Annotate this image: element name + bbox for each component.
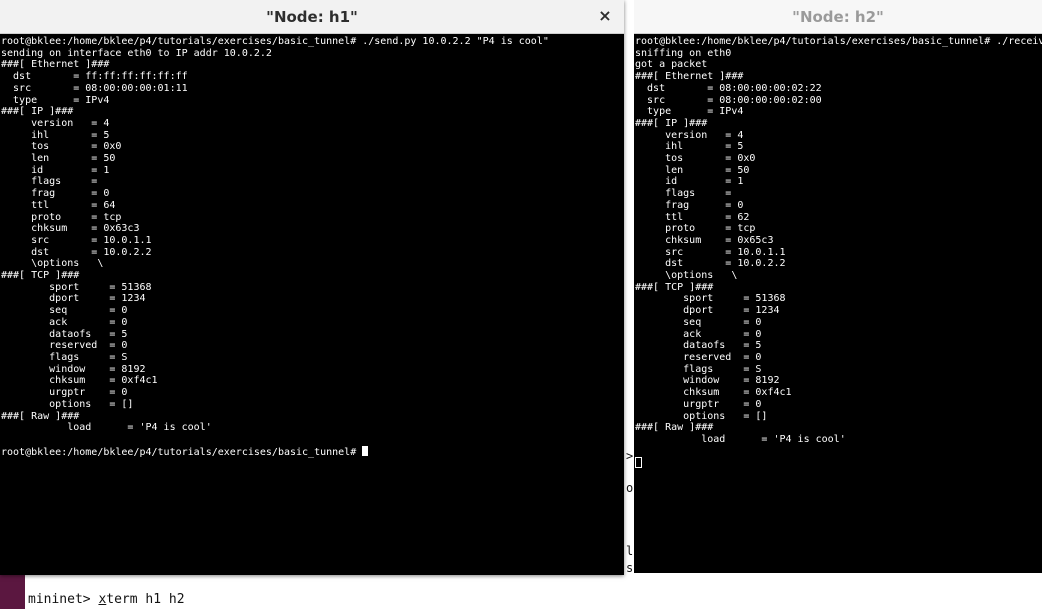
terminal-line: dataofs = 5 [635, 340, 762, 352]
terminal-line: src = 10.0.1.1 [635, 246, 786, 258]
terminal-line: dst = 10.0.2.2 [635, 258, 786, 270]
terminal-line: dport = 1234 [635, 305, 780, 317]
terminal-line: load = 'P4 is cool' [1, 422, 212, 434]
terminal-line: seq = 0 [1, 305, 128, 317]
background-fragment: l [626, 544, 634, 558]
terminal-line: seq = 0 [635, 316, 762, 328]
terminal-line: ###[ Raw ]### [1, 410, 80, 422]
terminal-line: ihl = 5 [1, 129, 110, 141]
terminal-cursor-line [635, 457, 1042, 471]
terminal-line: ###[ Ethernet ]### [635, 71, 744, 83]
background-fragment: o [626, 481, 634, 495]
terminal-line: id = 1 [635, 176, 744, 188]
terminal-line: sniffing on eth0 [635, 47, 732, 59]
terminal-line: urgptr = 0 [635, 398, 762, 410]
terminal-line: dst = ff:ff:ff:ff:ff:ff [1, 71, 188, 83]
terminal-line: len = 50 [635, 164, 750, 176]
background-fragment: > [626, 449, 634, 463]
terminal-output[interactable]: root@bklee:/home/bklee/p4/tutorials/exer… [634, 34, 1042, 573]
terminal-line: tos = 0x0 [1, 141, 122, 153]
terminal-line: ###[ Raw ]### [635, 422, 714, 434]
terminal-line: flags = [1, 176, 98, 188]
terminal-line: proto = tcp [1, 211, 122, 223]
terminal-line: dst = 08:00:00:00:02:22 [635, 82, 822, 94]
terminal-line: flags = S [635, 363, 762, 375]
terminal-line: flags = S [1, 351, 128, 363]
terminal-line: ###[ IP ]### [635, 117, 708, 129]
terminal-line: frag = 0 [635, 199, 744, 211]
terminal-line: id = 1 [1, 164, 110, 176]
terminal-line: sport = 51368 [635, 293, 786, 305]
terminal-line: dst = 10.0.2.2 [1, 246, 152, 258]
terminal-line: len = 50 [1, 153, 116, 165]
terminal-line: got a packet [635, 59, 708, 71]
terminal-line: root@bklee:/home/bklee/p4/tutorials/exer… [635, 36, 1042, 47]
terminal-line: root@bklee:/home/bklee/p4/tutorials/exer… [1, 36, 549, 47]
terminal-line: options = [] [1, 398, 134, 410]
terminal-line: version = 4 [1, 117, 110, 129]
window-title: "Node: h2" [792, 7, 884, 26]
terminal-text: root@bklee:/home/bklee/p4/tutorials/exer… [1, 36, 549, 458]
terminal-line: ack = 0 [635, 328, 762, 340]
terminal-line: ttl = 64 [1, 199, 116, 211]
terminal-line: reserved = 0 [1, 340, 128, 352]
window-titlebar[interactable]: "Node: h2" [634, 0, 1042, 34]
terminal-line: chksum = 0xf4c1 [1, 375, 158, 387]
text-cursor [635, 457, 642, 469]
terminal-line: src = 10.0.1.1 [1, 234, 152, 246]
terminal-line: urgptr = 0 [1, 387, 128, 399]
terminal-line: version = 4 [635, 129, 744, 141]
terminal-line: sending on interface eth0 to IP addr 10.… [1, 47, 272, 59]
terminal-line: ###[ Ethernet ]### [1, 59, 110, 71]
terminal-line: chksum = 0xf4c1 [635, 387, 792, 399]
mininet-command-rest: term h1 h2 [106, 592, 185, 607]
window-titlebar[interactable]: "Node: h1" × [0, 0, 624, 34]
terminal-line: dataofs = 5 [1, 328, 128, 340]
terminal-line: ###[ TCP ]### [635, 281, 714, 293]
terminal-line: \options \ [1, 258, 104, 270]
terminal-line: src = 08:00:00:00:02:00 [635, 94, 822, 106]
shell-prompt: root@bklee:/home/bklee/p4/tutorials/exer… [1, 446, 363, 458]
window-title: "Node: h1" [266, 7, 358, 26]
terminal-line: tos = 0x0 [635, 153, 756, 165]
xterm-window-h2[interactable]: "Node: h2" root@bklee:/home/bklee/p4/tut… [634, 0, 1042, 573]
terminal-line: flags = [635, 188, 732, 200]
mininet-prompt: mininet> [28, 592, 99, 607]
terminal-line: chksum = 0x63c3 [1, 223, 140, 235]
dock-accent [0, 574, 25, 609]
terminal-text: root@bklee:/home/bklee/p4/tutorials/exer… [635, 36, 1042, 471]
terminal-line: proto = tcp [635, 223, 756, 235]
terminal-line: dport = 1234 [1, 293, 146, 305]
terminal-line: ttl = 62 [635, 211, 750, 223]
terminal-line: src = 08:00:00:00:01:11 [1, 82, 188, 94]
terminal-line: reserved = 0 [635, 351, 762, 363]
terminal-line: type = IPv4 [635, 106, 744, 118]
mininet-prompt-line: mininet> xterm h1 h2 [28, 592, 185, 607]
terminal-line: chksum = 0x65c3 [635, 234, 774, 246]
terminal-line: options = [] [635, 410, 768, 422]
background-fragment: s [626, 561, 634, 575]
terminal-line: load = 'P4 is cool' [635, 433, 846, 445]
terminal-line: type = IPv4 [1, 94, 110, 106]
terminal-output[interactable]: root@bklee:/home/bklee/p4/tutorials/exer… [0, 34, 624, 575]
terminal-line: ack = 0 [1, 316, 128, 328]
terminal-line: frag = 0 [1, 188, 110, 200]
terminal-line: sport = 51368 [1, 281, 152, 293]
terminal-line: window = 8192 [635, 375, 780, 387]
terminal-line: window = 8192 [1, 363, 146, 375]
terminal-line: ###[ TCP ]### [1, 270, 80, 282]
terminal-line: ihl = 5 [635, 141, 744, 153]
text-cursor [362, 445, 369, 456]
close-icon[interactable]: × [596, 7, 614, 25]
terminal-line: \options \ [635, 270, 738, 282]
xterm-window-h1[interactable]: "Node: h1" × root@bklee:/home/bklee/p4/t… [0, 0, 624, 575]
terminal-prompt-line[interactable]: root@bklee:/home/bklee/p4/tutorials/exer… [1, 445, 549, 459]
terminal-line: ###[ IP ]### [1, 106, 74, 118]
